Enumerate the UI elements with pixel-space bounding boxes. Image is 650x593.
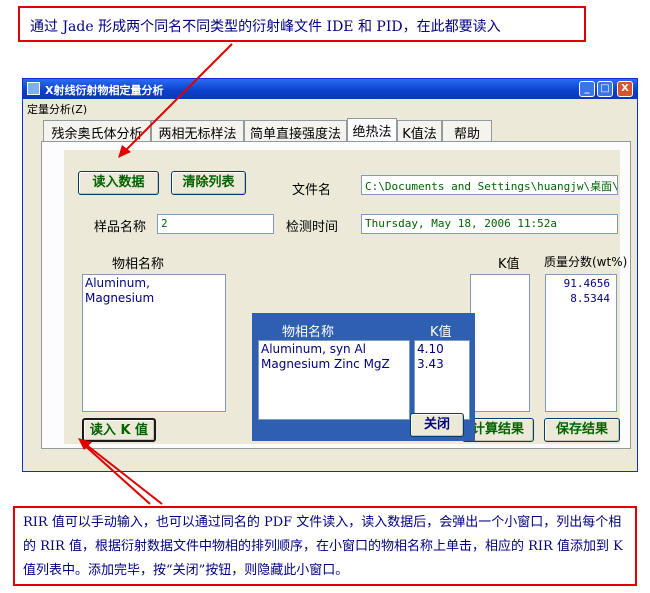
- app-icon: [27, 82, 40, 95]
- k-value-list[interactable]: [470, 274, 530, 412]
- clear-list-button[interactable]: 清除列表: [171, 171, 246, 195]
- menu-bar: 定量分析(Z): [23, 99, 637, 117]
- detect-time-field[interactable]: Thursday, May 18, 2006 11:52a: [361, 214, 618, 234]
- minimize-button[interactable]: _: [579, 81, 595, 97]
- filename-label: 文件名: [292, 183, 332, 198]
- callout-top: 通过 Jade 形成两个同名不同类型的衍射峰文件 IDE 和 PID，在此都要读…: [18, 6, 586, 42]
- popup-close-button[interactable]: 关闭: [410, 413, 464, 437]
- title-bar[interactable]: X射线衍射物相定量分析 _ □ X: [23, 79, 637, 99]
- tab-two-phase[interactable]: 两相无标样法: [151, 120, 244, 142]
- rir-popup: 物相名称 K值 Aluminum, syn Al Magnesium Zinc …: [252, 313, 475, 441]
- menu-quant-analysis[interactable]: 定量分析(Z): [27, 103, 87, 116]
- maximize-button[interactable]: □: [597, 81, 613, 97]
- tab-help[interactable]: 帮助: [442, 120, 492, 142]
- callout-bottom: RIR 值可以手动输入，也可以通过同名的 PDF 文件读入，读入数据后，会弹出一…: [13, 506, 637, 586]
- detect-time-label: 检测时间: [286, 220, 339, 235]
- list-item[interactable]: Magnesium: [85, 291, 223, 306]
- read-data-button[interactable]: 读入数据: [78, 171, 159, 195]
- window-title: X射线衍射物相定量分析: [45, 84, 164, 97]
- sample-name-label: 样品名称: [94, 220, 147, 235]
- panel-body: 读入数据 清除列表 文件名 C:\Documents and Settings\…: [64, 150, 627, 444]
- tab-panel: 读入数据 清除列表 文件名 C:\Documents and Settings\…: [41, 141, 631, 449]
- close-button[interactable]: X: [617, 81, 633, 97]
- list-item: 8.5344: [570, 292, 610, 305]
- tab-residual-austenite[interactable]: 残余奥氏体分析: [43, 120, 151, 142]
- tab-adiabatic[interactable]: 绝热法: [347, 118, 397, 143]
- tab-direct-intensity[interactable]: 简单直接强度法: [244, 120, 347, 142]
- popup-k-list[interactable]: 4.10 3.43: [414, 340, 470, 420]
- mass-fraction-header: 质量分数(wt%): [544, 255, 628, 269]
- read-k-value-button[interactable]: 读入 K 值: [82, 418, 156, 442]
- phase-list[interactable]: Aluminum, Magnesium: [82, 274, 226, 412]
- app-window: X射线衍射物相定量分析 _ □ X 定量分析(Z) 残余奥氏体分析 两相无标样法…: [22, 78, 638, 472]
- filename-field[interactable]: C:\Documents and Settings\huangjw\桌面\:: [361, 175, 618, 195]
- tab-k-value[interactable]: K值法: [397, 120, 442, 142]
- popup-phase-list[interactable]: Aluminum, syn Al Magnesium Zinc MgZ: [258, 340, 410, 420]
- save-results-button[interactable]: 保存结果: [544, 418, 620, 442]
- phase-name-header: 物相名称: [112, 257, 165, 272]
- list-item: 91.4656: [563, 277, 610, 290]
- k-value-header: K值: [498, 257, 520, 272]
- list-item[interactable]: Magnesium Zinc MgZ: [261, 357, 407, 372]
- popup-k-header: K值: [430, 325, 452, 340]
- list-item[interactable]: 4.10: [417, 342, 467, 357]
- list-item[interactable]: 3.43: [417, 357, 467, 372]
- list-item[interactable]: Aluminum, syn Al: [261, 342, 407, 357]
- sample-name-field[interactable]: 2: [157, 214, 274, 234]
- popup-phase-header: 物相名称: [282, 325, 335, 340]
- list-item[interactable]: Aluminum,: [85, 276, 223, 291]
- mass-fraction-list[interactable]: 91.4656 8.5344: [545, 274, 617, 412]
